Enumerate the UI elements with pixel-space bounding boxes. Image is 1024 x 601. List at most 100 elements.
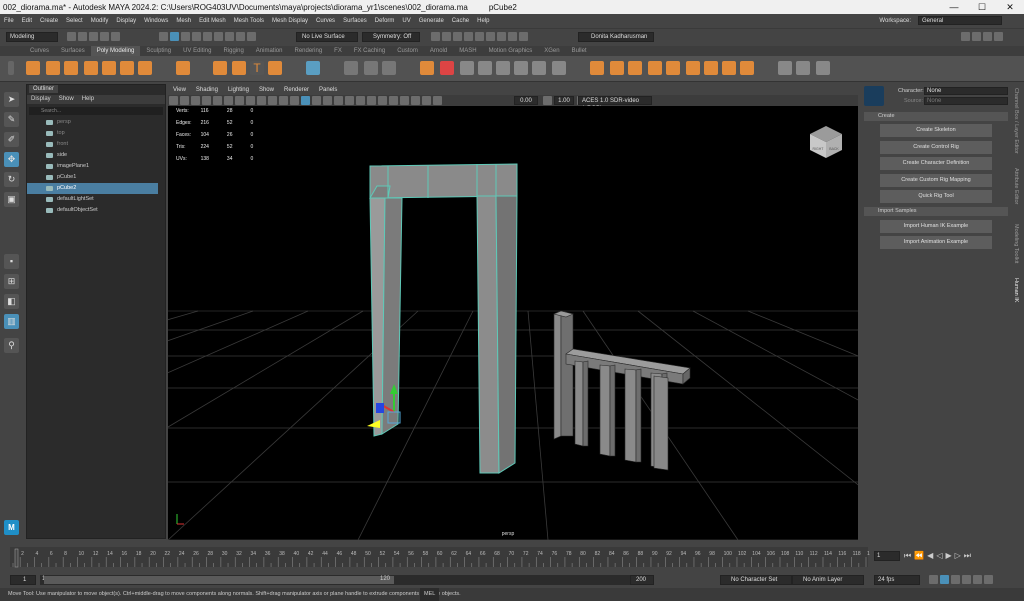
view-cube[interactable]: RIGHT BACK [810,126,842,158]
menu-help[interactable]: Help [473,18,493,24]
maximize-button[interactable]: ☐ [968,0,996,14]
current-frame-field[interactable]: 1 [874,551,900,561]
outliner-menu-display[interactable]: Display [27,95,55,104]
outliner-item[interactable]: pCube1 [27,172,158,183]
tool-settings-icon[interactable] [983,32,992,41]
menu-file[interactable]: File [0,18,18,24]
mirror-icon[interactable] [440,61,454,75]
move-tool-icon[interactable]: ✥ [4,152,19,167]
shadows-icon[interactable] [345,96,354,105]
poly-cube-icon[interactable] [46,61,60,75]
menu-mesh-tools[interactable]: Mesh Tools [230,18,268,24]
animation-prefs-icon[interactable] [951,575,960,584]
antialiasing-icon[interactable] [367,96,376,105]
extrude-icon[interactable] [460,61,474,75]
railing-mesh[interactable] [553,310,691,471]
minimize-button[interactable]: — [940,0,968,14]
auto-key-icon[interactable] [940,575,949,584]
shelf-menu-icon[interactable] [8,61,14,75]
viewport-menu-show[interactable]: Show [254,87,279,93]
poke-icon[interactable] [704,61,718,75]
go-to-end-icon[interactable]: ⏭ [964,551,974,560]
exposure-field[interactable]: 0.00 [514,96,538,105]
poly-torus-icon[interactable] [102,61,116,75]
poly-cone-icon[interactable] [84,61,98,75]
outliner-item[interactable]: defaultLightSet [27,194,158,205]
outliner-item[interactable]: imagePlane1 [27,161,158,172]
quad-draw-icon[interactable] [686,61,700,75]
redo-icon[interactable] [111,32,120,41]
outliner-item[interactable]: pCube2 [27,183,158,194]
viewcube-back-label[interactable]: BACK [829,147,839,151]
undo-icon[interactable] [100,32,109,41]
hypershade-icon[interactable] [464,32,473,41]
menu-surfaces[interactable]: Surfaces [339,18,371,24]
menu-deform[interactable]: Deform [371,18,399,24]
separate-icon[interactable] [364,61,378,75]
light-editor-icon[interactable] [486,32,495,41]
shelf-tab-bullet[interactable]: Bullet [566,46,593,56]
shelf-tab-uv-editing[interactable]: UV Editing [177,46,217,56]
rotate-tool-icon[interactable]: ↻ [4,172,19,187]
select-component-icon[interactable] [181,32,190,41]
append-icon[interactable] [514,61,528,75]
sound-icon[interactable] [962,575,971,584]
menu-windows[interactable]: Windows [140,18,172,24]
current-time-marker[interactable] [14,548,19,568]
poly-disc-icon[interactable] [138,61,152,75]
anim-settings-icon[interactable] [984,575,993,584]
outliner-menu-help[interactable]: Help [78,95,98,104]
menu-edit-mesh[interactable]: Edit Mesh [195,18,230,24]
smooth-icon[interactable] [382,61,396,75]
lasso-tool-icon[interactable]: ✎ [4,112,19,127]
shelf-tab-poly-modeling[interactable]: Poly Modeling [90,46,141,56]
gamma-icon[interactable] [543,96,552,105]
four-view-layout-icon[interactable]: ⊞ [4,274,19,289]
xray-components-icon[interactable] [422,96,431,105]
connect-icon[interactable] [628,61,642,75]
step-back-icon[interactable]: ◀ [927,551,936,560]
exposure-icon[interactable] [433,96,442,105]
color-space-dropdown[interactable]: ACES 1.0 SDR-video (sRGB) [578,96,652,112]
wireframe-icon[interactable] [290,96,299,105]
shelf-tab-rendering[interactable]: Rendering [288,46,328,56]
select-hierarchy-icon[interactable] [159,32,168,41]
mode-dropdown[interactable]: Modeling [6,32,58,42]
single-perspective-layout-icon[interactable]: ▪ [4,254,19,269]
persp-outliner-layout-icon[interactable]: ◧ [4,294,19,309]
viewport-menu-lighting[interactable]: Lighting [223,87,254,93]
shelf-tab-xgen[interactable]: XGen [538,46,565,56]
snap-pivot-icon[interactable] [247,32,256,41]
menu-curves[interactable]: Curves [312,18,339,24]
snap-surface-icon[interactable] [236,32,245,41]
type-tool-icon[interactable]: T [250,61,264,75]
import-animation-example-button[interactable]: Import Animation Example [880,236,992,249]
quick-rig-tool-button[interactable]: Quick Rig Tool [880,190,992,203]
viewport-menu-view[interactable]: View [168,87,191,93]
svg-tool-icon[interactable] [268,61,282,75]
loop-icon[interactable] [929,575,938,584]
uv-editor-icon[interactable] [778,61,792,75]
side-tab-modeling-toolkit[interactable]: Modeling Toolkit [1013,224,1019,263]
scene-canvas[interactable]: RIGHT BACK persp [168,106,858,540]
outliner-layout-icon[interactable]: ▥ [4,314,19,329]
xray-icon[interactable] [400,96,409,105]
new-scene-icon[interactable] [67,32,76,41]
create-skeleton-button[interactable]: Create Skeleton [880,124,992,137]
select-object-icon[interactable] [170,32,179,41]
outliner-search-input[interactable]: Search... [29,107,163,115]
menu-modify[interactable]: Modify [87,18,113,24]
shelf-tab-curves[interactable]: Curves [24,46,55,56]
time-ruler[interactable]: 2 4 6 8 10 12 14 16 18 20 22 24 26 28 30 32 34 36 38 40 42 44… [0,541,870,573]
gamma-field[interactable]: 1.00 [554,96,574,105]
user-account[interactable]: Donita Kadharusman [578,32,654,42]
bridge-icon[interactable] [478,61,492,75]
snap-curve-icon[interactable] [203,32,212,41]
viewport-menu-renderer[interactable]: Renderer [279,87,314,93]
poly-cylinder-icon[interactable] [64,61,78,75]
default-material-icon[interactable] [312,96,321,105]
create-character-definition-button[interactable]: Create Character Definition [880,157,992,170]
character-set-dropdown[interactable]: No Character Set [720,575,792,585]
menu-generate[interactable]: Generate [415,18,448,24]
go-to-start-icon[interactable]: ⏮ [904,551,914,560]
